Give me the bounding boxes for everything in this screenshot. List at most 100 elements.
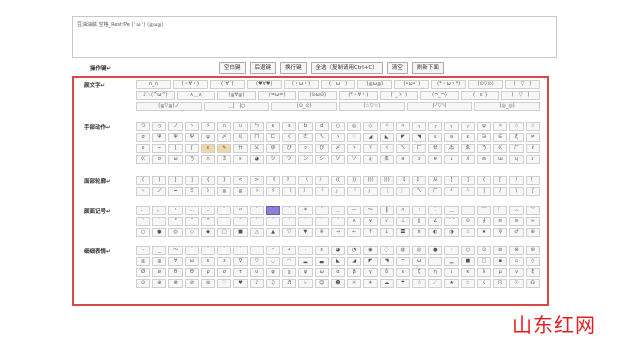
emoticon-key[interactable]: ▲ bbox=[265, 228, 281, 237]
emoticon-key[interactable]: シ bbox=[314, 155, 329, 164]
emoticon-key[interactable]: ㄈ bbox=[265, 133, 281, 142]
emoticon-key[interactable]: (・ω・) bbox=[283, 80, 319, 89]
emoticon-key[interactable]: ξ bbox=[509, 133, 524, 142]
emoticon-key[interactable]: (╯▽╰) bbox=[406, 102, 473, 111]
emoticon-key[interactable]: ε bbox=[314, 246, 329, 255]
emoticon-key[interactable]: ♡ bbox=[347, 133, 362, 142]
emoticon-key[interactable]: ● bbox=[428, 246, 443, 255]
emoticon-key[interactable]: ﹋ bbox=[460, 206, 475, 215]
emoticon-key[interactable]: (*・∀・) bbox=[338, 91, 378, 100]
emoticon-key[interactable]: ☇ bbox=[476, 279, 492, 288]
emoticon-key[interactable]: ㄑ bbox=[282, 133, 297, 142]
emoticon-key[interactable]: ▽ bbox=[282, 228, 297, 237]
emoticon-key[interactable]: ↓ bbox=[379, 228, 394, 237]
emoticon-key[interactable]: ▔ bbox=[428, 257, 443, 266]
emoticon-key[interactable]: ɔ bbox=[411, 155, 427, 164]
emoticon-key[interactable]: ◤ bbox=[363, 257, 378, 266]
emoticon-key[interactable]: 》 bbox=[282, 176, 297, 185]
emoticon-key[interactable]: 〆 bbox=[217, 133, 232, 142]
emoticon-key[interactable]: ɥ bbox=[509, 155, 524, 164]
emoticon-key[interactable]: ≌ bbox=[509, 217, 524, 226]
emoticon-key[interactable]: { bbox=[200, 176, 216, 185]
emoticon-key[interactable]: ヽ bbox=[136, 187, 151, 196]
emoticon-key[interactable]: ζ bbox=[411, 268, 427, 277]
emoticon-key[interactable]: ] bbox=[460, 176, 475, 185]
emoticon-key[interactable]: ⊛ bbox=[509, 246, 524, 255]
emoticon-key[interactable]: ノ bbox=[152, 187, 167, 196]
emoticon-key[interactable]: ◣ bbox=[330, 257, 346, 266]
emoticon-key[interactable]: ☺ bbox=[314, 279, 329, 288]
emoticon-key[interactable]: ☈ bbox=[493, 279, 508, 288]
emoticon-key[interactable]: ■ bbox=[233, 228, 248, 237]
emoticon-key[interactable]: 〜 bbox=[363, 206, 378, 215]
emoticon-key[interactable]: η bbox=[428, 268, 443, 277]
emoticon-key[interactable]: ☆ bbox=[460, 228, 475, 237]
emoticon-key[interactable]: 「 bbox=[314, 187, 329, 196]
emoticon-key[interactable]: ｼ bbox=[200, 187, 216, 196]
emoticon-key[interactable]: ノ bbox=[168, 122, 183, 131]
emoticon-key[interactable]: ))) bbox=[379, 176, 394, 185]
emoticon-key[interactable]: χ bbox=[282, 268, 297, 277]
emoticon-key[interactable]: ɛ bbox=[200, 144, 216, 153]
text-editor-area[interactable]: 豆油油腻 空格_Rest!Pe (' ω ') (≧ω≦) bbox=[72, 16, 557, 58]
emoticon-key[interactable]: ⊜ bbox=[525, 246, 540, 255]
emoticon-key[interactable]: ⊕ bbox=[152, 279, 167, 288]
emoticon-key[interactable]: ∫ bbox=[525, 187, 540, 196]
emoticon-key[interactable]: ∋ bbox=[476, 133, 492, 142]
emoticon-key[interactable]: ♡ bbox=[217, 279, 232, 288]
emoticon-key[interactable]: ≦ bbox=[152, 257, 167, 266]
emoticon-key[interactable]: • bbox=[282, 246, 297, 255]
emoticon-key[interactable]: ＾ bbox=[249, 246, 264, 255]
emoticon-key[interactable]: ˆ bbox=[330, 217, 346, 226]
emoticon-key[interactable]: \ bbox=[509, 187, 524, 196]
emoticon-key[interactable]: ▁ bbox=[444, 257, 459, 266]
emoticon-key[interactable]: ⊥ bbox=[395, 217, 410, 226]
emoticon-key[interactable]: 卄 bbox=[233, 144, 248, 153]
emoticon-key[interactable]: ] bbox=[184, 176, 199, 185]
emoticon-key[interactable]: (＾▽＾) bbox=[501, 91, 540, 100]
emoticon-key[interactable]: 〃 bbox=[395, 122, 410, 131]
emoticon-key[interactable]: ι bbox=[444, 268, 459, 277]
emoticon-key[interactable]: ミ bbox=[184, 187, 199, 196]
emoticon-key[interactable]: ◆ bbox=[200, 228, 216, 237]
emoticon-key[interactable]: ◌ bbox=[379, 246, 394, 255]
emoticon-key[interactable]: ¨ bbox=[217, 206, 232, 215]
emoticon-key[interactable]: ☃ bbox=[411, 279, 427, 288]
emoticon-key[interactable]: ☉ bbox=[509, 279, 524, 288]
emoticon-key[interactable]: ㄝ bbox=[428, 144, 443, 153]
emoticon-key[interactable]: Ψ bbox=[184, 133, 199, 142]
emoticon-key[interactable]: ■ bbox=[460, 257, 475, 266]
refresh-button[interactable]: 刷新下面 bbox=[411, 62, 444, 74]
emoticon-key[interactable]: 〉 bbox=[314, 176, 329, 185]
emoticon-key[interactable]: び bbox=[282, 144, 297, 153]
emoticon-key[interactable]: ǝ bbox=[395, 155, 410, 164]
emoticon-key[interactable]: (•ω•`) bbox=[394, 80, 430, 89]
emoticon-key[interactable]: ' bbox=[136, 217, 151, 226]
emoticon-key[interactable]: ′ bbox=[249, 206, 264, 215]
emoticon-key[interactable]: 『 bbox=[347, 187, 362, 196]
emoticon-key[interactable]: ◊ bbox=[525, 257, 540, 266]
emoticon-key[interactable]: ^ bbox=[200, 217, 216, 226]
emoticon-key[interactable]: ∩ bbox=[217, 122, 232, 131]
emoticon-key[interactable]: ＂ bbox=[184, 217, 199, 226]
emoticon-key[interactable]: ◇ bbox=[363, 122, 378, 131]
emoticon-key[interactable]: ～ bbox=[168, 246, 183, 255]
emoticon-key[interactable]: b bbox=[298, 122, 313, 131]
emoticon-key[interactable]: ◠ bbox=[282, 257, 297, 266]
emoticon-key[interactable]: ♂ bbox=[509, 228, 524, 237]
backspace-key-button[interactable]: 后退键 bbox=[249, 62, 277, 74]
emoticon-key[interactable]: ▂ bbox=[298, 257, 313, 266]
emoticon-key[interactable]: ㄋ bbox=[184, 155, 199, 164]
emoticon-key[interactable]: ε bbox=[460, 133, 475, 142]
emoticon-key[interactable]: △ bbox=[249, 228, 264, 237]
emoticon-key[interactable]: ω bbox=[184, 257, 199, 266]
emoticon-key[interactable]: ≦ bbox=[217, 187, 232, 196]
emoticon-key[interactable]: ╭ bbox=[460, 122, 475, 131]
emoticon-key[interactable]: ≧ bbox=[136, 257, 151, 266]
emoticon-key[interactable]: ┐ bbox=[411, 122, 427, 131]
emoticon-key[interactable]: ε bbox=[200, 257, 216, 266]
emoticon-key[interactable]: └ bbox=[460, 187, 475, 196]
emoticon-key[interactable]: ´ bbox=[233, 246, 248, 255]
emoticon-key[interactable]: ┌ bbox=[428, 122, 443, 131]
emoticon-key[interactable]: )) bbox=[347, 176, 362, 185]
